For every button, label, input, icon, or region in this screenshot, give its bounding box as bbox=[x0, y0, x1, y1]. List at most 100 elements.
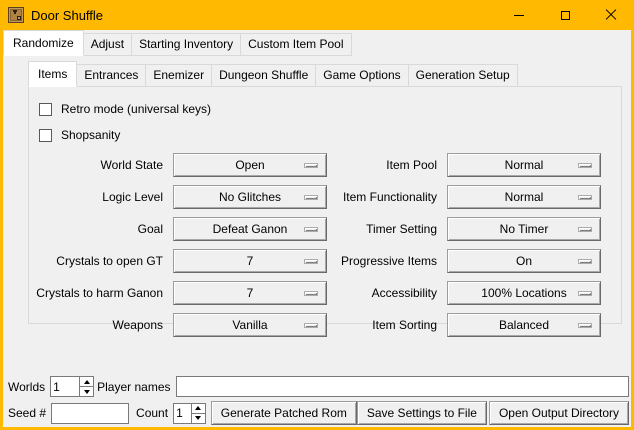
dropdown-value: Balanced bbox=[499, 318, 549, 332]
generate-patched-rom-button[interactable]: Generate Patched Rom bbox=[211, 401, 357, 425]
dropdown-value: No Glitches bbox=[219, 190, 281, 204]
tab-adjust[interactable]: Adjust bbox=[83, 33, 132, 56]
player-names-input[interactable] bbox=[176, 376, 630, 397]
window-body: Randomize Adjust Starting Inventory Cust… bbox=[3, 30, 631, 427]
dropdown-indicator-icon bbox=[304, 195, 318, 200]
seed-label: Seed # bbox=[8, 406, 46, 420]
randomize-panel: Items Entrances Enemizer Dungeon Shuffle… bbox=[28, 61, 631, 324]
worlds-input[interactable] bbox=[51, 377, 79, 396]
worlds-stepper[interactable] bbox=[50, 376, 94, 397]
tab-randomize[interactable]: Randomize bbox=[3, 30, 84, 56]
items-tab-panel: Retro mode (universal keys) Shopsanity W… bbox=[28, 86, 622, 324]
item-pool-label: Item Pool bbox=[337, 158, 437, 172]
progressive-items-label: Progressive Items bbox=[337, 254, 437, 268]
sub-tab-bar: Items Entrances Enemizer Dungeon Shuffle… bbox=[28, 61, 631, 87]
checkbox-shopsanity[interactable]: Shopsanity bbox=[39, 122, 621, 148]
dropdown-goal[interactable]: Defeat Ganon bbox=[173, 217, 327, 241]
dropdown-value: 100% Locations bbox=[481, 286, 566, 300]
seed-row: Seed # Count Generate Patched Rom Save S… bbox=[5, 401, 629, 425]
tab-items[interactable]: Items bbox=[28, 61, 77, 87]
dropdown-indicator-icon bbox=[578, 195, 592, 200]
bottom-right-buttons: Save Settings to File Open Output Direct… bbox=[357, 401, 629, 425]
spin-up-button[interactable] bbox=[192, 404, 205, 414]
spin-up-icon bbox=[195, 406, 201, 410]
dropdown-indicator-icon bbox=[304, 163, 318, 168]
app-window: Door Shuffle Randomize Adjust Starting I… bbox=[0, 0, 634, 430]
close-button[interactable] bbox=[588, 0, 634, 30]
tab-dungeon-shuffle[interactable]: Dungeon Shuffle bbox=[211, 64, 316, 87]
spin-down-icon bbox=[195, 416, 201, 420]
dropdown-indicator-icon bbox=[578, 227, 592, 232]
checkbox-box-icon[interactable] bbox=[39, 129, 52, 142]
dropdown-indicator-icon bbox=[578, 163, 592, 168]
bottom-bar: Worlds Player names Seed # Count bbox=[5, 376, 629, 425]
dropdown-weapons[interactable]: Vanilla bbox=[173, 313, 327, 337]
dropdown-item-sorting[interactable]: Balanced bbox=[447, 313, 601, 337]
player-names-label: Player names bbox=[97, 380, 170, 394]
dropdown-value: Open bbox=[235, 158, 264, 172]
spin-up-icon bbox=[84, 380, 90, 384]
count-stepper-arrows bbox=[191, 404, 205, 423]
weapons-label: Weapons bbox=[29, 318, 163, 332]
tab-custom-item-pool[interactable]: Custom Item Pool bbox=[240, 33, 351, 56]
item-sorting-label: Item Sorting bbox=[337, 318, 437, 332]
dropdown-logic-level[interactable]: No Glitches bbox=[173, 185, 327, 209]
dropdown-accessibility[interactable]: 100% Locations bbox=[447, 281, 601, 305]
dropdown-indicator-icon bbox=[304, 227, 318, 232]
dropdown-value: 7 bbox=[247, 286, 254, 300]
main-tab-bar: Randomize Adjust Starting Inventory Cust… bbox=[3, 30, 631, 56]
minimize-icon bbox=[514, 15, 524, 16]
checkbox-label: Retro mode (universal keys) bbox=[61, 102, 211, 116]
item-functionality-label: Item Functionality bbox=[337, 190, 437, 204]
dropdown-value: Normal bbox=[505, 190, 544, 204]
titlebar[interactable]: Door Shuffle bbox=[0, 0, 634, 30]
spin-down-icon bbox=[84, 390, 90, 394]
dropdown-value: Defeat Ganon bbox=[213, 222, 288, 236]
dropdown-crystals-gt[interactable]: 7 bbox=[173, 249, 327, 273]
spin-down-button[interactable] bbox=[192, 414, 205, 423]
close-icon bbox=[605, 9, 617, 21]
app-icon bbox=[8, 7, 24, 23]
dropdown-progressive-items[interactable]: On bbox=[447, 249, 601, 273]
dropdown-timer-setting[interactable]: No Timer bbox=[447, 217, 601, 241]
tab-generation-setup[interactable]: Generation Setup bbox=[408, 64, 518, 87]
open-output-directory-button[interactable]: Open Output Directory bbox=[489, 401, 629, 425]
dropdown-value: No Timer bbox=[500, 222, 549, 236]
save-settings-button[interactable]: Save Settings to File bbox=[357, 401, 487, 425]
accessibility-label: Accessibility bbox=[337, 286, 437, 300]
minimize-button[interactable] bbox=[496, 0, 542, 30]
worlds-label: Worlds bbox=[8, 380, 45, 394]
tab-enemizer[interactable]: Enemizer bbox=[145, 64, 212, 87]
count-input[interactable] bbox=[174, 404, 191, 423]
tab-game-options[interactable]: Game Options bbox=[315, 64, 408, 87]
spin-up-button[interactable] bbox=[80, 377, 93, 387]
goal-label: Goal bbox=[29, 222, 163, 236]
worlds-stepper-arrows bbox=[79, 377, 93, 396]
dropdown-crystals-ganon[interactable]: 7 bbox=[173, 281, 327, 305]
checkbox-section: Retro mode (universal keys) Shopsanity bbox=[29, 87, 621, 148]
dropdown-indicator-icon bbox=[304, 323, 318, 328]
dropdown-item-pool[interactable]: Normal bbox=[447, 153, 601, 177]
tab-entrances[interactable]: Entrances bbox=[76, 64, 146, 87]
count-label: Count bbox=[136, 406, 168, 420]
dropdown-indicator-icon bbox=[304, 259, 318, 264]
spin-down-button[interactable] bbox=[80, 387, 93, 396]
worlds-row: Worlds Player names bbox=[5, 376, 629, 397]
checkbox-retro-mode[interactable]: Retro mode (universal keys) bbox=[39, 96, 621, 122]
dropdown-item-functionality[interactable]: Normal bbox=[447, 185, 601, 209]
logic-level-label: Logic Level bbox=[29, 190, 163, 204]
crystals-ganon-label: Crystals to harm Ganon bbox=[29, 286, 163, 300]
dropdown-indicator-icon bbox=[304, 291, 318, 296]
seed-input[interactable] bbox=[51, 403, 129, 424]
options-grid: World State Open Item Pool Normal Logic … bbox=[29, 153, 621, 337]
maximize-icon bbox=[561, 11, 570, 20]
maximize-button[interactable] bbox=[542, 0, 588, 30]
dropdown-value: Vanilla bbox=[232, 318, 267, 332]
checkbox-label: Shopsanity bbox=[61, 128, 120, 142]
dropdown-world-state[interactable]: Open bbox=[173, 153, 327, 177]
timer-setting-label: Timer Setting bbox=[337, 222, 437, 236]
count-stepper[interactable] bbox=[173, 403, 206, 424]
checkbox-box-icon[interactable] bbox=[39, 103, 52, 116]
dropdown-indicator-icon bbox=[578, 291, 592, 296]
tab-starting-inventory[interactable]: Starting Inventory bbox=[131, 33, 241, 56]
